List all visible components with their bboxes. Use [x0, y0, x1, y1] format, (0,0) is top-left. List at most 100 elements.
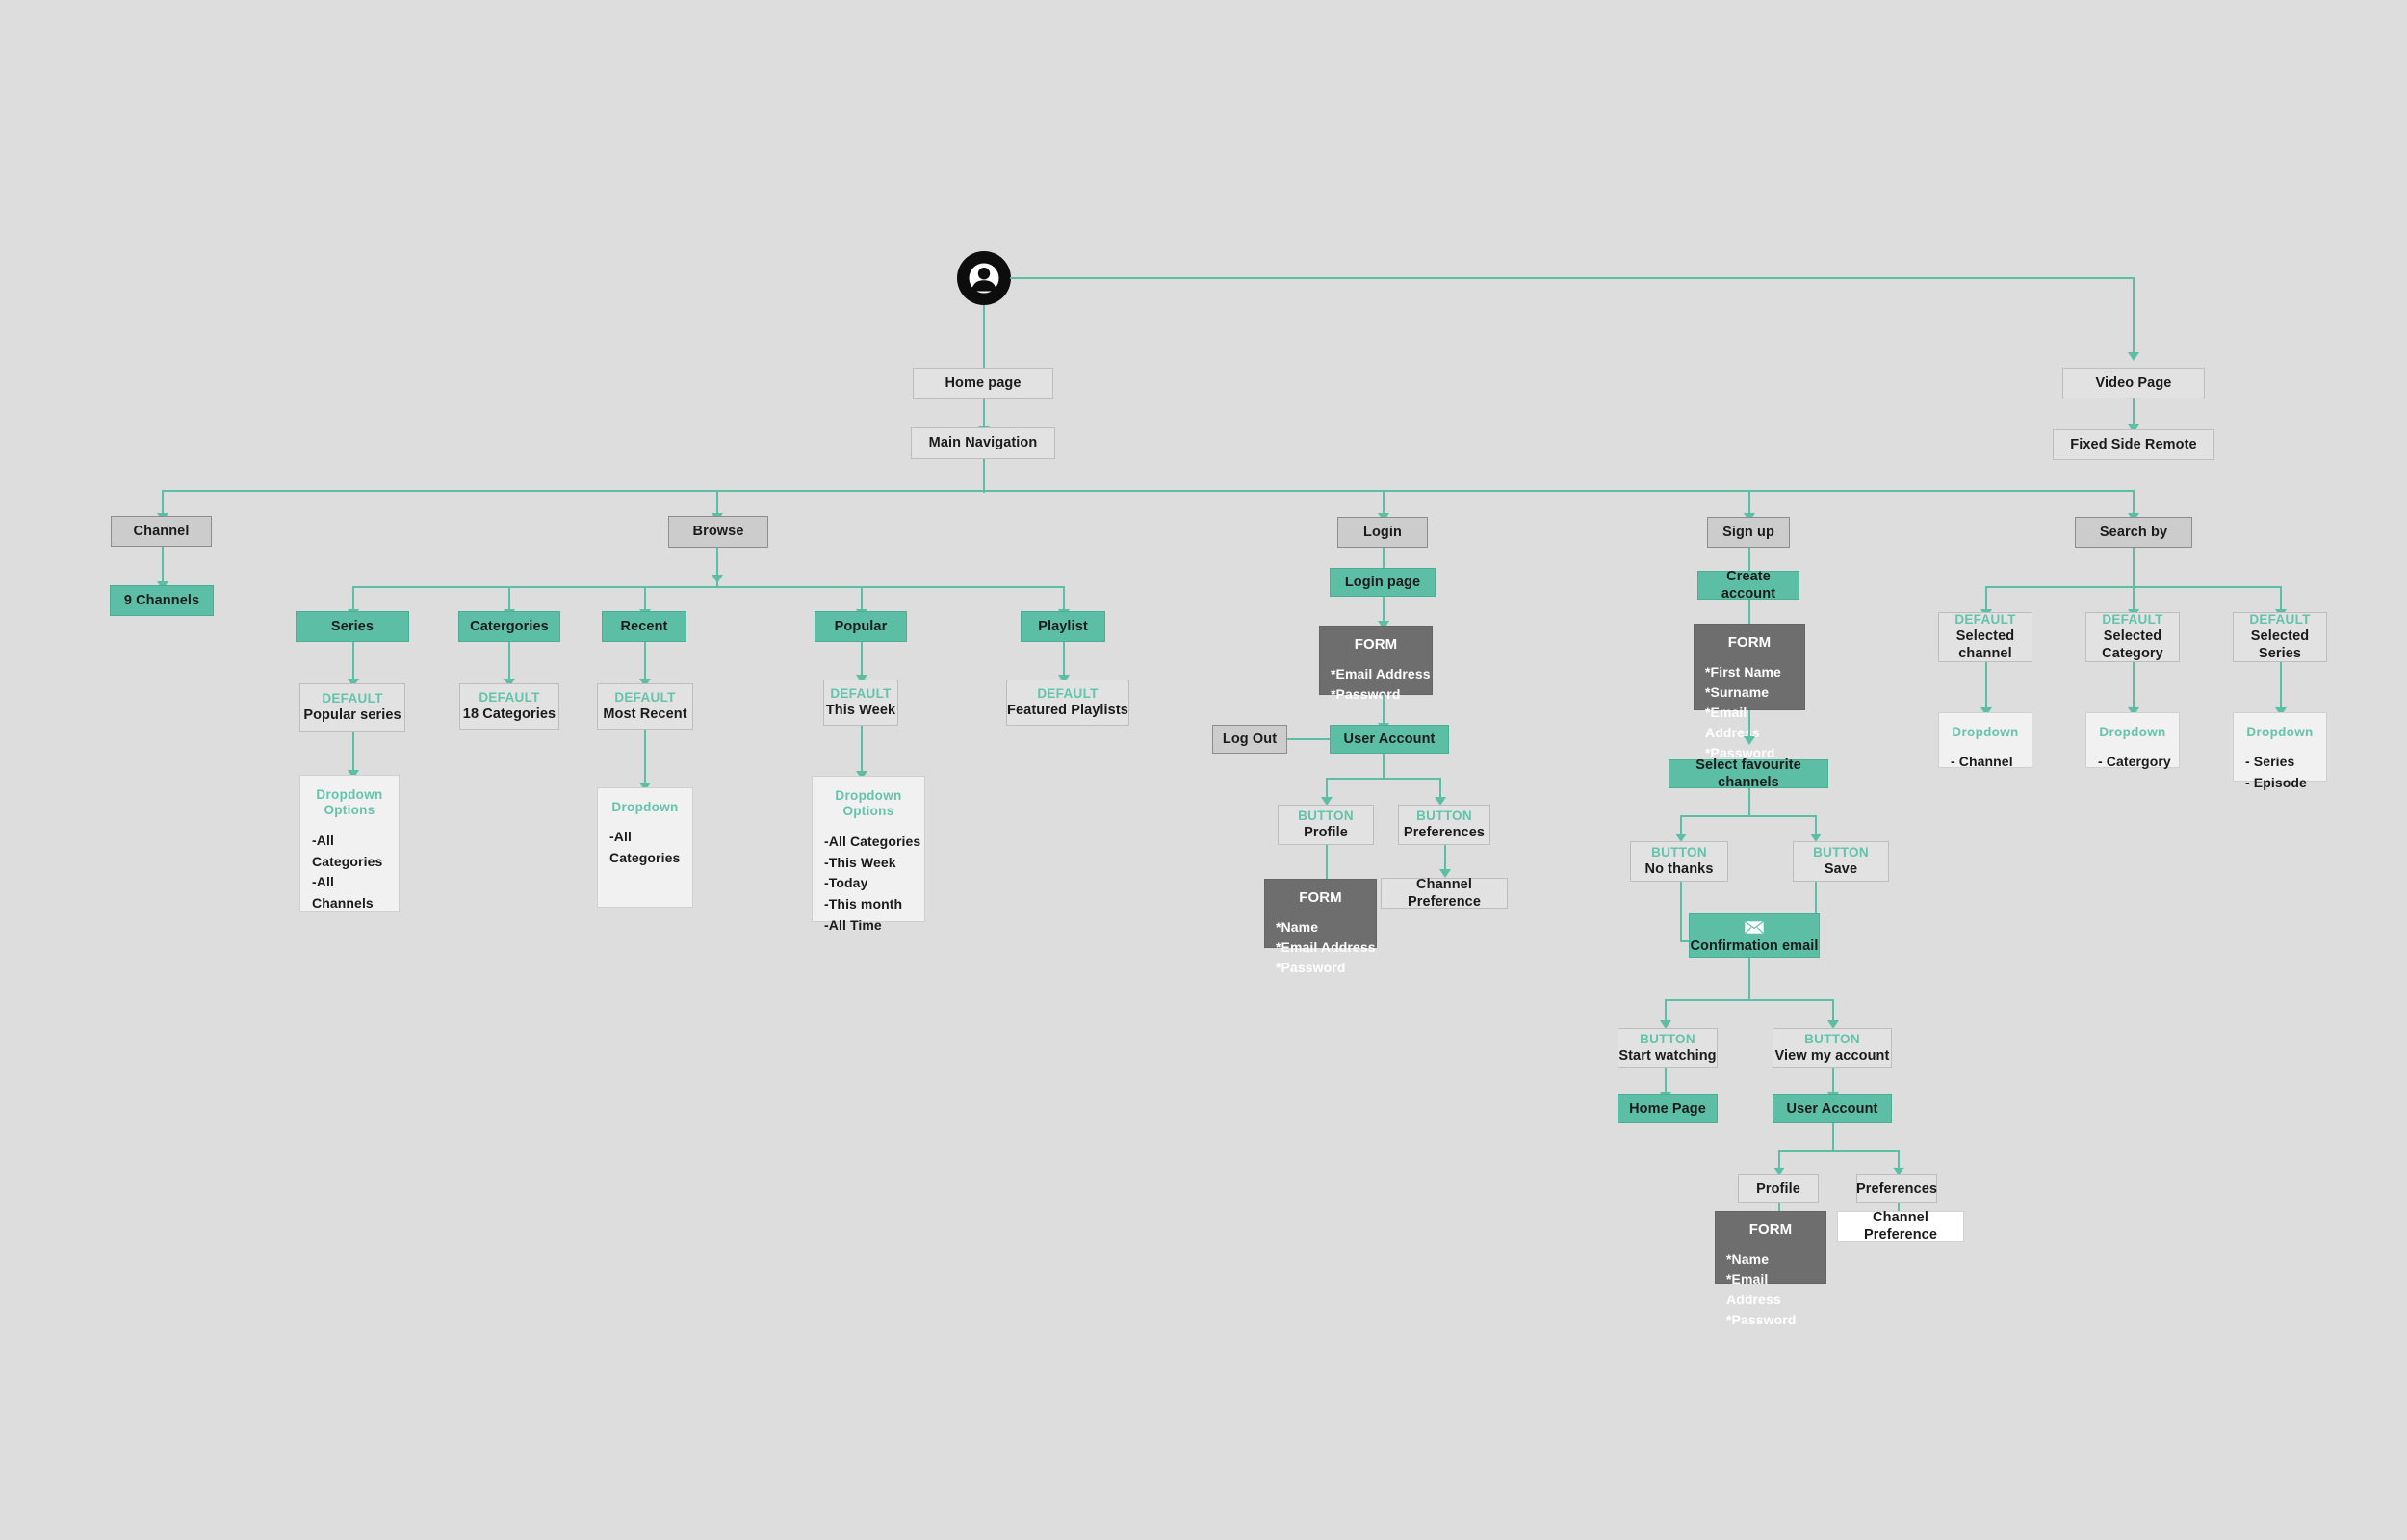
series-default-value: Popular series	[303, 707, 401, 724]
button-profile[interactable]: BUTTON Profile	[1278, 805, 1374, 845]
node-create-account[interactable]: Create account	[1697, 568, 1799, 602]
node-video-page-label: Video Page	[2095, 374, 2172, 391]
flowchart-canvas: Home page Main Navigation Channel 9 Chan…	[0, 0, 2407, 1540]
node-create-account-label: Create account	[1721, 568, 1776, 602]
node-login-page[interactable]: Login page	[1330, 568, 1436, 597]
connector-selcategory-dropdown	[2133, 662, 2135, 712]
node-login-channel-preference[interactable]: Channel Preference	[1381, 877, 1508, 910]
node-categories[interactable]: Catergories	[458, 611, 560, 642]
connector-profile-form	[1326, 845, 1328, 879]
button-start-watching[interactable]: BUTTON Start watching	[1618, 1028, 1718, 1068]
connector-popular-dropdown	[861, 726, 863, 778]
popular-dropdown-kicker: Dropdown Options	[835, 788, 902, 819]
connector-useraccount-split-h	[1326, 778, 1441, 780]
node-series-default[interactable]: DEFAULT Popular series	[299, 683, 405, 732]
connector-avatar-video-h	[1010, 277, 2135, 279]
recent-dropdown-kicker: Dropdown	[611, 800, 679, 814]
node-video-page[interactable]: Video Page	[2062, 368, 2205, 398]
node-popular-default[interactable]: DEFAULT This Week	[823, 680, 898, 726]
popular-dropdown-options: -All Categories -This Week -Today -This …	[824, 833, 921, 933]
node-popular-label: Popular	[834, 618, 888, 634]
node-search-selected-series[interactable]: DEFAULT Selected Series	[2233, 612, 2327, 662]
button-no-thanks[interactable]: BUTTON No thanks	[1630, 841, 1728, 882]
arrow-form-selectchannels	[1744, 736, 1755, 745]
node-recent-dropdown[interactable]: Dropdown -All Categories	[597, 787, 693, 908]
node-home-page[interactable]: Home page	[913, 368, 1053, 399]
node-signup-user-account[interactable]: User Account	[1773, 1094, 1892, 1123]
node-browse[interactable]: Browse	[668, 516, 768, 548]
node-channel[interactable]: Channel	[111, 516, 212, 547]
node-main-navigation[interactable]: Main Navigation	[911, 427, 1055, 459]
node-playlist[interactable]: Playlist	[1021, 611, 1105, 642]
node-recent-label: Recent	[620, 618, 668, 634]
node-popular[interactable]: Popular	[815, 611, 907, 642]
node-series[interactable]: Series	[296, 611, 409, 642]
node-home-page-label: Home page	[945, 375, 1022, 392]
node-search-category-dropdown[interactable]: Dropdown - Catergory	[2085, 712, 2180, 769]
node-signup-preferences-label: Preferences	[1855, 1180, 1938, 1196]
node-main-navigation-label: Main Navigation	[928, 435, 1038, 451]
node-channel-label: Channel	[133, 523, 190, 539]
node-recent-default[interactable]: DEFAULT Most Recent	[597, 683, 693, 730]
series-dropdown-options: -All Categories -All Channels	[312, 832, 383, 911]
button-preferences[interactable]: BUTTON Preferences	[1398, 805, 1490, 845]
series-default-kicker: DEFAULT	[322, 690, 383, 706]
playlist-default-value: Featured Playlists	[1007, 703, 1128, 719]
node-confirmation-email[interactable]: Confirmation email	[1689, 913, 1820, 958]
node-signup-profile[interactable]: Profile	[1738, 1174, 1819, 1203]
node-series-dropdown[interactable]: Dropdown Options -All Categories -All Cha…	[299, 775, 400, 912]
signup-channel-preference-label: Channel Preference	[1864, 1209, 1937, 1243]
series-dropdown-kicker: Dropdown Options	[316, 787, 383, 818]
node-signup-channel-preference[interactable]: Channel Preference	[1837, 1209, 1964, 1243]
node-search-by[interactable]: Search by	[2075, 517, 2192, 548]
node-login-form: FORM *Email Address *Password	[1319, 626, 1433, 702]
connector-avatar-video-v	[2133, 277, 2135, 354]
connector-selchannel-dropdown	[1985, 662, 1987, 712]
connector-recent-dropdown	[644, 730, 646, 789]
node-select-favourite-channels-label: Select favourite channels	[1695, 757, 1801, 790]
node-login[interactable]: Login	[1337, 517, 1428, 548]
node-select-favourite-channels[interactable]: Select favourite channels	[1669, 757, 1828, 790]
connector-selseries-dropdown	[2280, 662, 2282, 712]
search-channel-dropdown-options: - Channel	[1951, 754, 2013, 770]
signup-form-title: FORM	[1727, 634, 1772, 651]
search-series-dropdown-kicker: Dropdown	[2246, 725, 2314, 739]
node-search-selected-channel[interactable]: DEFAULT Selected channel	[1938, 612, 2032, 662]
node-recent[interactable]: Recent	[602, 611, 686, 642]
connector-mainnav-bus	[983, 459, 985, 493]
node-fixed-side-remote-label: Fixed Side Remote	[2070, 436, 2197, 452]
node-categories-default[interactable]: DEFAULT 18 Categories	[459, 683, 559, 730]
connector-mainnav-bus-h	[162, 490, 2134, 492]
node-log-out[interactable]: Log Out	[1212, 725, 1287, 754]
profile-button-label: Profile	[1304, 825, 1348, 841]
node-login-user-account[interactable]: User Account	[1330, 725, 1449, 754]
preferences-button-label: Preferences	[1403, 825, 1486, 841]
categories-default-value: 18 Categories	[462, 706, 556, 723]
node-fixed-side-remote[interactable]: Fixed Side Remote	[2053, 429, 2214, 460]
start-watching-button-kicker: BUTTON	[1640, 1031, 1695, 1046]
button-save[interactable]: BUTTON Save	[1793, 841, 1889, 882]
node-signup-preferences[interactable]: Preferences	[1856, 1174, 1937, 1203]
playlist-default-kicker: DEFAULT	[1037, 685, 1099, 701]
button-view-my-account[interactable]: BUTTON View my account	[1773, 1028, 1892, 1068]
node-signup[interactable]: Sign up	[1707, 517, 1790, 548]
arrow-avatar-video	[2128, 352, 2139, 361]
search-category-dropdown-options: - Catergory	[2098, 754, 2171, 770]
node-log-out-label: Log Out	[1222, 731, 1278, 747]
node-popular-dropdown[interactable]: Dropdown Options -All Categories -This We…	[812, 776, 925, 933]
node-search-channel-dropdown[interactable]: Dropdown - Channel	[1938, 712, 2032, 769]
recent-dropdown-options: -All Categories	[609, 829, 681, 866]
arrow-browse-bus	[712, 575, 723, 583]
node-signup-home-page[interactable]: Home Page	[1618, 1094, 1718, 1123]
search-category-value: Selected Category	[2102, 629, 2163, 662]
node-playlist-default[interactable]: DEFAULT Featured Playlists	[1006, 680, 1129, 726]
search-channel-dropdown-kicker: Dropdown	[1952, 725, 2019, 739]
node-9-channels[interactable]: 9 Channels	[110, 585, 214, 616]
envelope-icon	[1744, 920, 1765, 935]
node-search-selected-category[interactable]: DEFAULT Selected Category	[2085, 612, 2180, 662]
node-browse-label: Browse	[692, 524, 744, 540]
search-category-kicker: DEFAULT	[2102, 611, 2163, 627]
node-search-series-dropdown[interactable]: Dropdown - Series - Episode	[2233, 712, 2327, 790]
recent-default-kicker: DEFAULT	[614, 689, 676, 705]
search-series-value: Selected Series	[2250, 629, 2310, 662]
